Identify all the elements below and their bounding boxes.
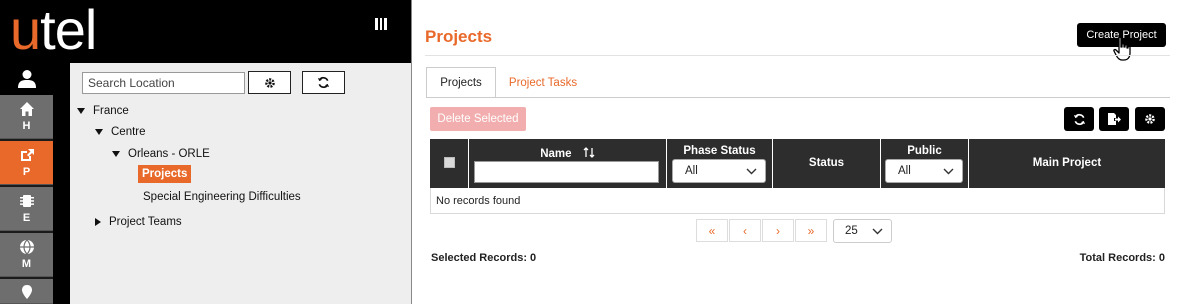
share-icon [20, 149, 34, 161]
chevron-down-icon [746, 168, 757, 174]
chevron-down-icon [943, 168, 954, 174]
caret-down-icon[interactable] [77, 108, 85, 114]
tabs-divider [426, 97, 1170, 98]
column-main-project-header: Main Project [1032, 157, 1102, 169]
app-header: utel [0, 0, 411, 63]
home-icon [19, 102, 34, 116]
rail-item-home[interactable]: H [0, 95, 53, 139]
rail-gutter [53, 63, 70, 304]
column-public: Public All [881, 139, 969, 188]
caret-down-icon[interactable] [112, 151, 120, 157]
sort-icon[interactable] [583, 147, 595, 158]
no-records-text: No records found [436, 195, 521, 207]
search-location-input[interactable] [82, 72, 245, 94]
total-records-count: Total Records: 0 [1079, 252, 1165, 264]
tree-node-centre[interactable]: Centre [95, 126, 146, 138]
tree-node-projects[interactable]: Projects [138, 165, 192, 183]
tree-node-project-teams[interactable]: Project Teams [95, 216, 182, 228]
rail-item-map[interactable]: M [0, 233, 53, 277]
grid-header: Name Phase Status All Status Public All … [430, 139, 1165, 188]
utel-logo: utel [10, 0, 97, 61]
delete-selected-button[interactable]: Delete Selected [430, 107, 526, 131]
export-icon [1108, 113, 1121, 125]
map-pin-icon [21, 285, 32, 299]
page-title: Projects [425, 27, 493, 46]
rail-item-label: H [22, 120, 31, 132]
user-avatar[interactable] [0, 63, 53, 95]
tree-settings-button[interactable] [248, 71, 291, 94]
public-filter[interactable]: All [885, 159, 963, 183]
user-icon [17, 70, 36, 88]
tree-refresh-button[interactable] [302, 71, 345, 94]
rail-item-label: P [22, 166, 31, 178]
pager-next-button[interactable]: › [762, 219, 794, 242]
name-filter-input[interactable] [474, 161, 659, 183]
rail-item-label: M [21, 258, 32, 270]
select-all-checkbox[interactable] [444, 157, 455, 168]
selected-records-count: Selected Records: 0 [431, 252, 537, 264]
select-all-column [430, 139, 469, 188]
tree-node-france[interactable]: France [77, 105, 129, 117]
column-status-header: Status [808, 157, 845, 169]
column-status: Status [773, 139, 881, 188]
export-button[interactable] [1099, 107, 1129, 131]
phase-status-filter[interactable]: All [672, 159, 766, 183]
caret-right-icon[interactable] [95, 218, 101, 226]
tab-project-tasks[interactable]: Project Tasks [500, 67, 586, 98]
gear-icon [1145, 114, 1155, 124]
rail-item-location[interactable] [0, 279, 53, 304]
tab-projects[interactable]: Projects [426, 67, 496, 98]
grid-empty-row: No records found [430, 188, 1165, 214]
grid-refresh-button[interactable] [1064, 107, 1094, 131]
grid-settings-button[interactable] [1135, 107, 1165, 131]
panel-divider [411, 0, 412, 304]
chevron-down-icon [872, 228, 883, 234]
caret-down-icon[interactable] [95, 129, 103, 135]
column-name[interactable]: Name [469, 139, 667, 188]
rail-item-equipment[interactable]: E [0, 187, 53, 231]
gear-icon [264, 77, 275, 88]
column-phase-status-header: Phase Status [683, 145, 756, 157]
rail-item-label: E [22, 212, 31, 224]
menu-toggle-icon[interactable] [375, 18, 388, 30]
refresh-icon [1073, 113, 1085, 125]
chip-icon [19, 195, 34, 207]
globe-icon [19, 239, 34, 255]
location-tree-panel: France Centre Orleans - ORLE Projects Sp… [70, 63, 411, 304]
hand-cursor-icon [1113, 36, 1131, 61]
rail-item-projects[interactable]: P [0, 141, 53, 185]
pager-first-button[interactable]: « [696, 219, 728, 242]
column-main-project: Main Project [969, 139, 1165, 188]
tree-node-special-engineering[interactable]: Special Engineering Difficulties [143, 191, 301, 203]
column-phase-status: Phase Status All [667, 139, 773, 188]
pager-last-button[interactable]: » [795, 219, 827, 242]
refresh-icon [317, 76, 330, 89]
page-size-select[interactable]: 25 [833, 219, 892, 243]
column-name-header[interactable]: Name [469, 147, 666, 160]
column-public-header: Public [907, 145, 942, 157]
pager-prev-button[interactable]: ‹ [729, 219, 761, 242]
tree-node-orleans[interactable]: Orleans - ORLE [112, 148, 210, 160]
title-divider [425, 55, 1170, 56]
